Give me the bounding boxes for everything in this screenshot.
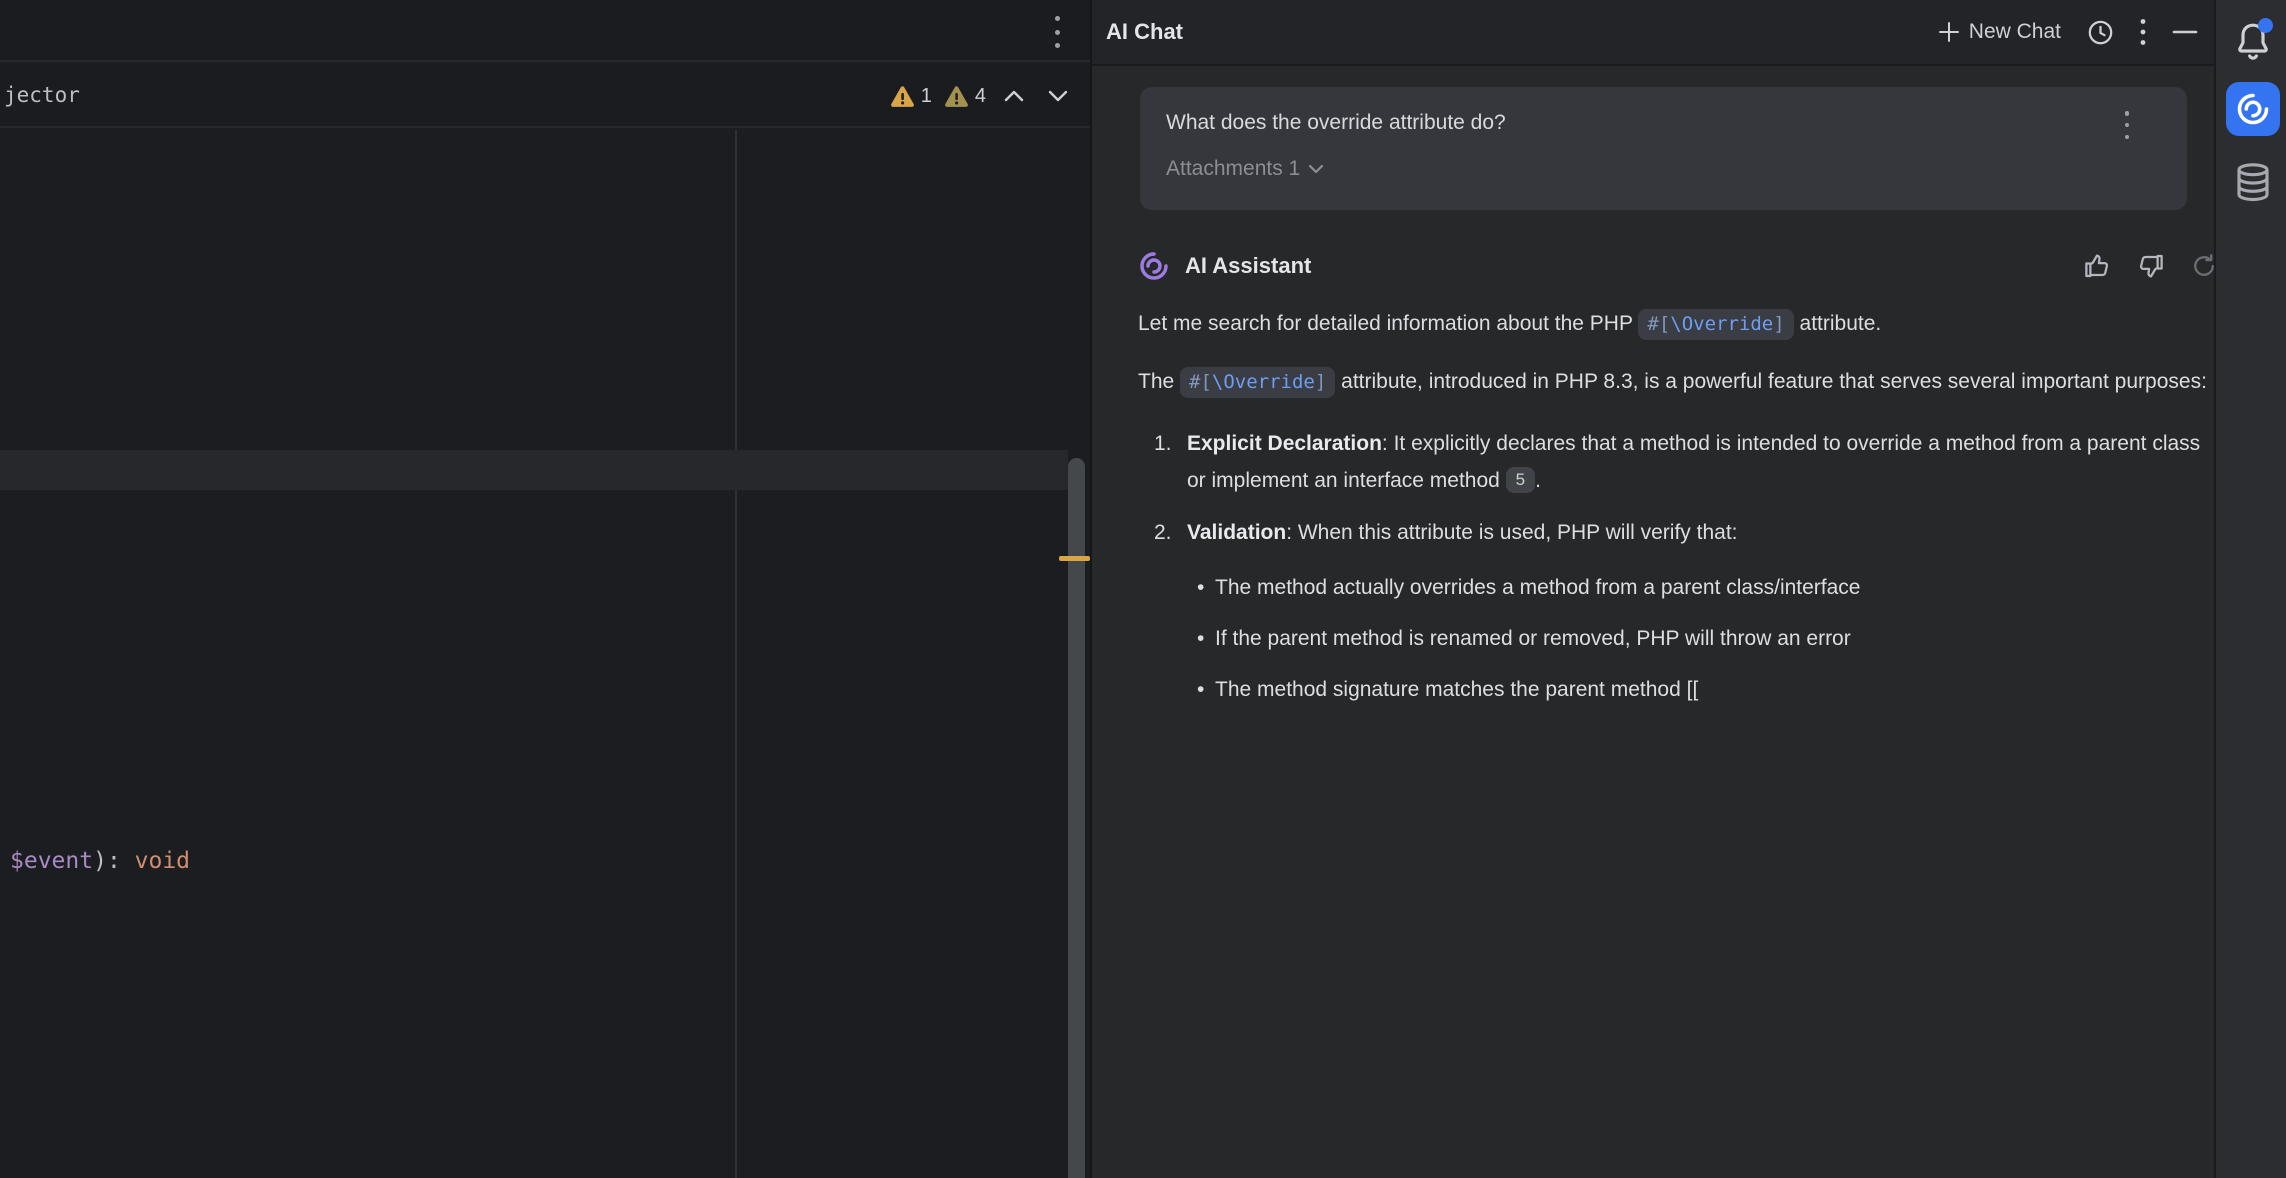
new-chat-button[interactable]: New Chat [1937, 20, 2061, 44]
assistant-name: AI Assistant [1185, 253, 1311, 279]
inspections-widget: 1 4 [890, 64, 1074, 128]
editor-options-kebab-icon[interactable] [1052, 16, 1062, 48]
message-options-kebab-icon[interactable] [2123, 111, 2131, 139]
weak-warning-icon [944, 85, 969, 108]
list-item: 2. Validation: When this attribute is us… [1138, 514, 2218, 551]
bullet-item: • If the parent method is renamed or rem… [1197, 620, 2218, 657]
assistant-paragraph-2: The #[\Override] attribute, introduced i… [1138, 363, 2218, 400]
warning-icon [890, 85, 915, 108]
attachments-label: Attachments 1 [1166, 157, 1300, 181]
next-problem-chevron-down-icon[interactable] [1042, 90, 1074, 102]
editor-tab-strip: jector 1 4 [0, 64, 1090, 128]
user-question-text: What does the override attribute do? [1166, 111, 2161, 135]
citation-chip[interactable]: 5 [1506, 467, 1535, 493]
assistant-paragraph-1: Let me search for detailed information a… [1138, 305, 2218, 342]
ai-assistant-avatar-icon [1138, 250, 1170, 282]
chat-options-kebab-icon[interactable] [2140, 18, 2146, 46]
assistant-header: AI Assistant [1138, 248, 2218, 284]
code-line[interactable]: $event): void [10, 848, 190, 874]
right-tool-stripe [2214, 0, 2286, 1178]
assistant-actions [2082, 251, 2218, 281]
ai-assistant-tool-button[interactable] [2226, 82, 2280, 136]
bullet-item: • The method signature matches the paren… [1197, 671, 2218, 708]
weak-warning-inspection-group[interactable]: 4 [944, 85, 986, 108]
ai-chat-header: AI Chat New Chat [1092, 0, 2214, 66]
code-chip-override[interactable]: #[\Override] [1638, 309, 1793, 340]
ai-chat-panel: AI Chat New Chat Wh [1090, 0, 2214, 1178]
chat-history-clock-icon[interactable] [2087, 19, 2114, 46]
editor-toolbar [0, 0, 1090, 62]
assistant-bullet-list: • The method actually overrides a method… [1138, 569, 2218, 708]
notification-badge [2258, 18, 2273, 33]
previous-problem-chevron-up-icon[interactable] [998, 90, 1030, 102]
thumbs-down-icon[interactable] [2136, 251, 2166, 281]
thumbs-up-icon[interactable] [2082, 251, 2112, 281]
code-variable: $event [10, 848, 93, 874]
editor-tab-label[interactable]: jector [0, 83, 80, 107]
editor-scrollbar[interactable] [1068, 458, 1085, 1178]
assistant-ordered-list: 1. Explicit Declaration: It explicitly d… [1138, 425, 2218, 551]
notifications-bell-icon[interactable] [2233, 20, 2273, 62]
code-keyword: void [135, 848, 190, 874]
chat-header-actions: New Chat [1937, 18, 2198, 46]
weak-warning-count: 4 [975, 85, 986, 108]
warning-stripe-marker[interactable] [1059, 556, 1090, 561]
ide-window: jector 1 4 [0, 0, 2286, 1178]
editor-region: jector 1 4 [0, 0, 1090, 1178]
bullet-item: • The method actually overrides a method… [1197, 569, 2218, 606]
code-chip-override[interactable]: #[\Override] [1180, 367, 1335, 398]
warning-count: 1 [921, 85, 932, 108]
new-chat-label: New Chat [1969, 20, 2061, 44]
ai-chat-title: AI Chat [1106, 19, 1183, 45]
database-tool-button[interactable] [2230, 160, 2276, 204]
assistant-message: AI Assistant Let me search for detailed … [1138, 248, 2218, 722]
code-punctuation: ): [93, 848, 135, 874]
list-item: 1. Explicit Declaration: It explicitly d… [1138, 425, 2218, 499]
attachments-toggle[interactable]: Attachments 1 [1166, 157, 2161, 181]
plus-icon [1937, 20, 1961, 44]
user-message-bubble: What does the override attribute do? Att… [1140, 87, 2187, 210]
current-line-highlight [0, 450, 1068, 490]
editor-canvas[interactable]: $event): void [0, 130, 1090, 1178]
right-margin-guide [735, 130, 737, 1178]
chevron-down-icon [1308, 164, 1324, 174]
warning-inspection-group[interactable]: 1 [890, 85, 932, 108]
hide-panel-minus-icon[interactable] [2172, 29, 2198, 35]
